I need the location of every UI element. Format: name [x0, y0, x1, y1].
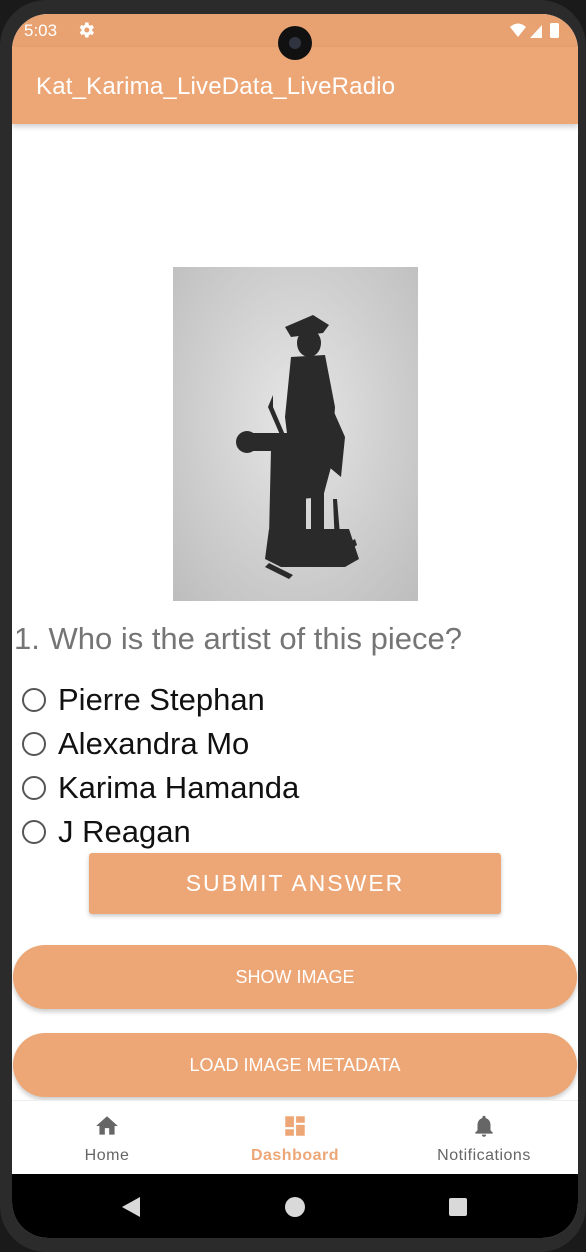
nav-label-dashboard: Dashboard — [250, 1147, 340, 1164]
front-camera — [278, 26, 312, 60]
load-metadata-button[interactable]: LOAD IMAGE METADATA — [13, 1033, 577, 1097]
answer-option-2[interactable]: Alexandra Mo — [20, 724, 249, 764]
radio-button[interactable] — [22, 776, 46, 800]
back-icon[interactable] — [120, 1196, 142, 1218]
status-icons — [510, 23, 559, 38]
wifi-icon — [510, 23, 526, 37]
answer-label: J Reagan — [58, 814, 191, 849]
home-circle-icon[interactable] — [285, 1197, 305, 1217]
phone-frame: 5:03 Kat_Karima_LiveData_LiveRadio 1. Wh… — [0, 0, 586, 1252]
answer-label: Karima Hamanda — [58, 770, 300, 805]
answer-label: Alexandra Mo — [58, 726, 250, 761]
screen: 5:03 Kat_Karima_LiveData_LiveRadio 1. Wh… — [12, 14, 578, 1238]
show-image-button[interactable]: SHOW IMAGE — [13, 945, 577, 1009]
nav-item-home[interactable]: Home — [27, 1101, 187, 1175]
system-navigation-bar — [12, 1174, 578, 1238]
bell-icon — [475, 1115, 493, 1137]
answer-option-3[interactable]: Karima Hamanda — [20, 768, 299, 808]
statue-figure — [236, 315, 359, 579]
radio-button[interactable] — [22, 688, 46, 712]
app-title: Kat_Karima_LiveData_LiveRadio — [36, 73, 396, 100]
recents-icon[interactable] — [449, 1198, 467, 1216]
settings-icon — [79, 22, 94, 38]
nav-item-notifications[interactable]: Notifications — [404, 1101, 564, 1175]
question-text: 1. Who is the artist of this piece? — [14, 621, 462, 656]
nav-label-home: Home — [84, 1147, 130, 1164]
battery-icon — [550, 23, 559, 38]
radio-button[interactable] — [22, 820, 46, 844]
answer-option-4[interactable]: J Reagan — [20, 812, 191, 852]
main-content: 1. Who is the artist of this piece? Pier… — [12, 124, 578, 1110]
dashboard-icon — [285, 1116, 305, 1136]
answer-option-1[interactable]: Pierre Stephan — [20, 680, 265, 720]
artwork-image — [173, 267, 418, 601]
answer-label: Pierre Stephan — [58, 682, 265, 717]
submit-answer-button[interactable]: SUBMIT ANSWER — [89, 853, 501, 914]
home-icon — [96, 1116, 118, 1135]
status-time: 5:03 — [24, 21, 58, 40]
bottom-navigation: Home Dashboard Notifications — [12, 1100, 578, 1175]
nav-item-dashboard[interactable]: Dashboard — [215, 1101, 375, 1175]
nav-label-notifications: Notifications — [437, 1147, 531, 1164]
signal-icon — [530, 25, 542, 38]
radio-button[interactable] — [22, 732, 46, 756]
